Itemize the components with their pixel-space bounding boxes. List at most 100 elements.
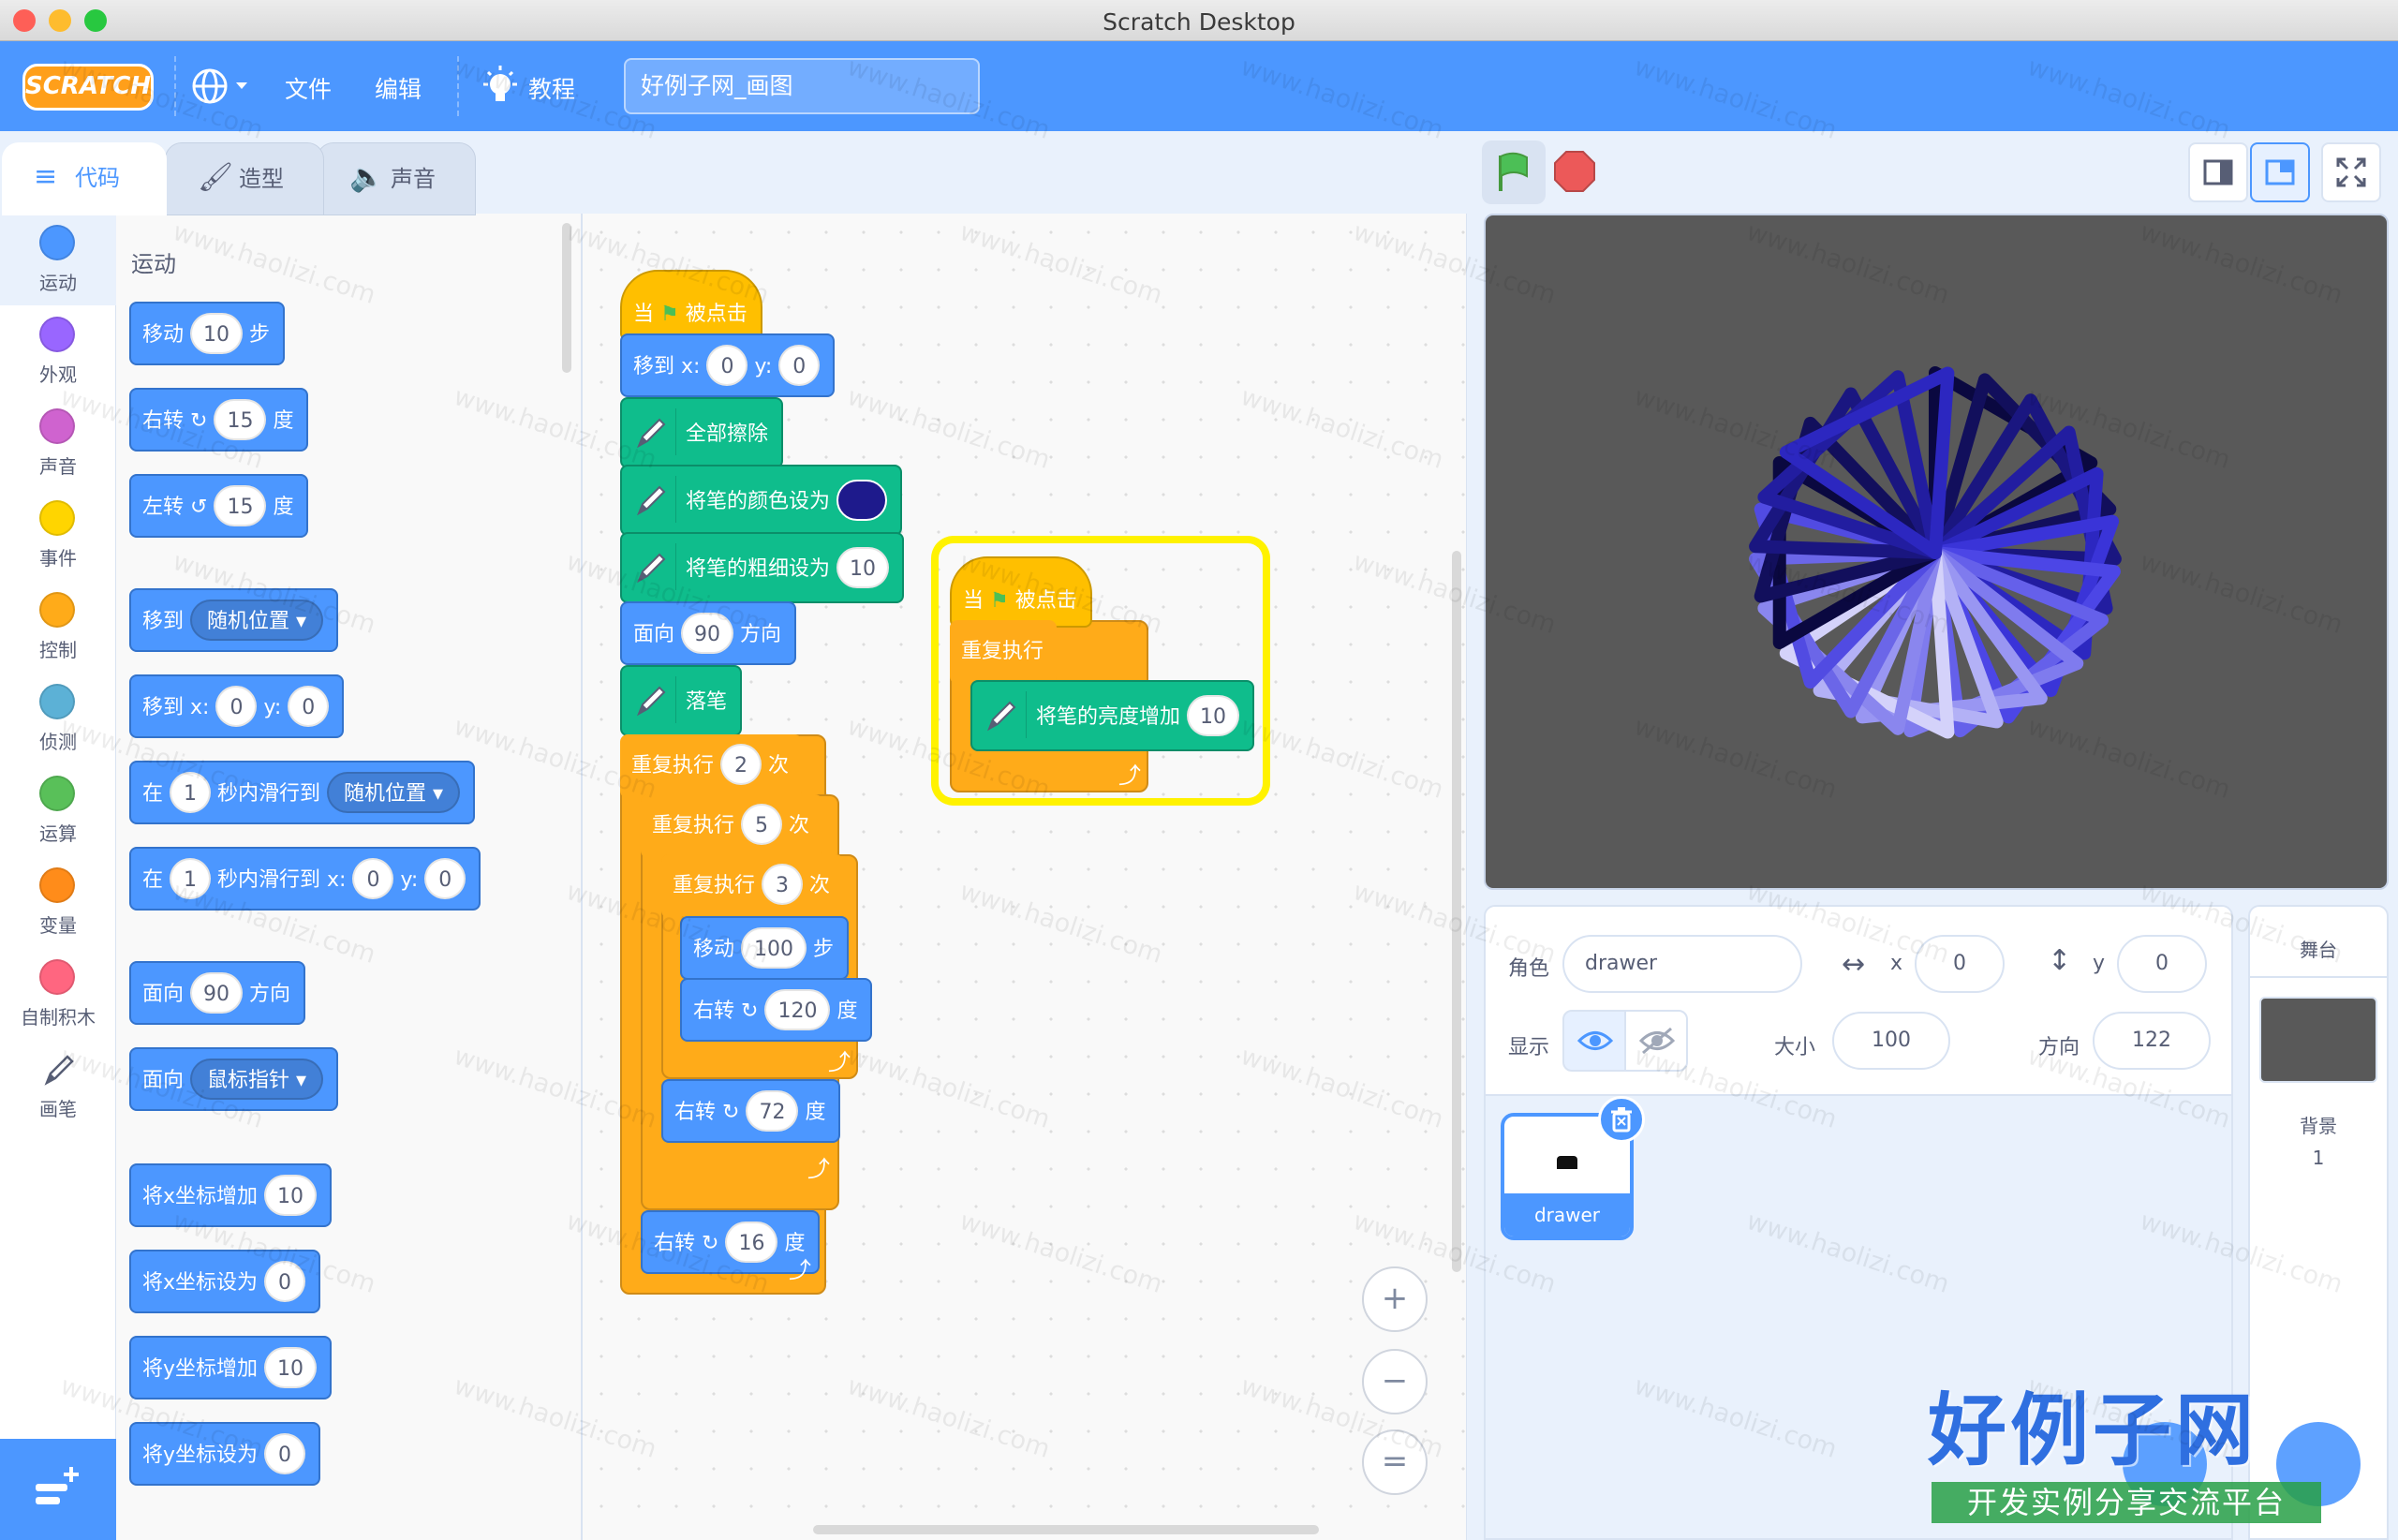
tutorials-button[interactable]: 教程: [480, 64, 585, 111]
delete-sprite-button[interactable]: [1598, 1096, 1645, 1143]
category-color-dot: [39, 684, 75, 719]
tab-costumes[interactable]: 🖌 造型: [165, 142, 324, 215]
sprite-label: 角色: [1508, 957, 1550, 981]
repeat-5-header[interactable]: 重复执行 5 次: [641, 794, 823, 858]
move-steps-block[interactable]: 移动 100 步: [680, 916, 850, 980]
category-control[interactable]: 控制: [0, 581, 116, 673]
category-events[interactable]: 事件: [0, 489, 116, 581]
sprite-info-panel: 角色 drawer ↔ x 0 ↕ y 0 显示 大小 100 方向 122: [1484, 905, 2233, 1096]
pen-icon: [44, 1055, 74, 1086]
size-input[interactable]: 100: [1832, 1012, 1950, 1070]
block-turn-right[interactable]: 右转 ↻ 15 度: [129, 388, 309, 452]
category-menu: 运动 外观 声音 事件 控制 侦测 运算 变量 自制积木 画笔: [0, 214, 116, 1439]
file-menu[interactable]: 文件: [285, 71, 332, 105]
y-input[interactable]: 0: [2117, 935, 2207, 993]
repeat-3-header[interactable]: 重复执行 3 次: [661, 854, 844, 918]
loop-arrow-icon: ⤴: [828, 1049, 851, 1075]
block-turn-left[interactable]: 左转 ↺ 15 度: [129, 474, 309, 538]
tab-sounds[interactable]: 🔈 声音: [317, 142, 476, 215]
block-change-x[interactable]: 将x坐标增加 10: [129, 1163, 333, 1227]
block-goto-xy[interactable]: 移到 x: 0 y: 0: [129, 674, 345, 738]
tab-code[interactable]: ≡ 代码: [2, 142, 167, 215]
x-input[interactable]: 0: [1915, 935, 2005, 993]
green-flag-button[interactable]: [1482, 141, 1546, 204]
block-change-y[interactable]: 将y坐标增加 10: [129, 1336, 333, 1399]
add-extension-button[interactable]: [0, 1439, 116, 1540]
hide-sprite-button[interactable]: [1624, 1010, 1688, 1072]
sprite-name-input[interactable]: drawer: [1562, 935, 1802, 993]
category-looks[interactable]: 外观: [0, 305, 116, 397]
category-color-dot: [39, 500, 75, 536]
project-title-input[interactable]: 好例子网_画图: [624, 58, 980, 114]
loop-arrow-icon: ⤴: [789, 1257, 811, 1283]
fullscreen-button[interactable]: [2321, 142, 2381, 202]
show-sprite-button[interactable]: [1562, 1010, 1626, 1072]
block-goto[interactable]: 移到 随机位置 ▾: [129, 588, 339, 652]
category-variables[interactable]: 变量: [0, 856, 116, 948]
category-color-dot: [39, 408, 75, 444]
set-pen-color-block[interactable]: 将笔的颜色设为: [620, 465, 903, 536]
goto-xy-block[interactable]: 移到 x: 0 y: 0: [620, 333, 836, 397]
category-color-dot: [39, 225, 75, 260]
zoom-in-button[interactable]: +: [1362, 1266, 1428, 1332]
turn-right-block[interactable]: 右转 ↻ 120 度: [680, 978, 873, 1042]
when-flag-clicked-hat[interactable]: 当 ⚑ 被点击: [950, 556, 1092, 628]
change-pen-brightness-block[interactable]: 将笔的亮度增加 10: [970, 680, 1255, 751]
backdrops-label: 背景: [2300, 1115, 2337, 1137]
category-motion[interactable]: 运动: [0, 214, 116, 305]
pen-drawing: [1749, 366, 2122, 739]
pen-icon: [629, 476, 676, 523]
stop-button[interactable]: [1551, 148, 1598, 195]
loop-arrow-icon: ⤴: [807, 1156, 830, 1182]
zoom-reset-button[interactable]: =: [1362, 1429, 1428, 1495]
brush-icon: 🖌: [198, 161, 234, 194]
block-glide[interactable]: 在 1 秒内滑行到 随机位置 ▾: [129, 761, 476, 824]
large-stage-button[interactable]: [2250, 142, 2310, 202]
eye-icon: [1576, 1031, 1614, 1050]
small-stage-button[interactable]: [2188, 142, 2248, 202]
block-move-steps[interactable]: 移动 10 步: [129, 302, 286, 365]
block-set-y[interactable]: 将y坐标设为 0: [129, 1422, 321, 1486]
category-my-blocks[interactable]: 自制积木: [0, 948, 116, 1040]
green-flag-icon: [1499, 152, 1528, 191]
zoom-out-button[interactable]: −: [1362, 1349, 1428, 1414]
block-glide-xy[interactable]: 在 1 秒内滑行到 x: 0 y: 0: [129, 847, 481, 911]
menu-separator: [174, 56, 176, 116]
scratch-logo[interactable]: SCRATCH: [22, 64, 154, 111]
code-icon: ≡: [34, 160, 58, 193]
point-direction-block[interactable]: 面向 90 方向: [620, 601, 797, 665]
direction-input[interactable]: 122: [2093, 1012, 2211, 1070]
window-title: Scratch Desktop: [1103, 8, 1295, 36]
rotate-right-icon: ↻: [722, 1101, 740, 1124]
script-workspace[interactable]: 当 ⚑ 被点击 移到 x: 0 y: 0 全部擦除 将笔的颜色设为 将笔的粗细设…: [583, 214, 1467, 1540]
category-operators[interactable]: 运算: [0, 764, 116, 856]
palette-scrollbar[interactable]: [562, 223, 571, 373]
forever-header[interactable]: 重复执行: [950, 620, 1058, 684]
tab-sounds-label: 声音: [391, 166, 436, 192]
block-set-x[interactable]: 将x坐标设为 0: [129, 1250, 321, 1313]
stage-canvas[interactable]: [1484, 214, 2389, 890]
category-color-dot: [39, 317, 75, 352]
turn-right-block[interactable]: 右转 ↻ 72 度: [661, 1079, 841, 1143]
block-point-towards[interactable]: 面向 鼠标指针 ▾: [129, 1047, 339, 1111]
language-menu[interactable]: [189, 66, 255, 107]
workspace-horizontal-scrollbar[interactable]: [813, 1525, 1319, 1534]
repeat-2-header[interactable]: 重复执行 2 次: [620, 734, 803, 798]
when-flag-clicked-hat[interactable]: 当 ⚑ 被点击: [620, 270, 762, 341]
category-color-dot: [39, 592, 75, 628]
workspace-vertical-scrollbar[interactable]: [1452, 551, 1461, 1272]
block-point-direction[interactable]: 面向 90 方向: [129, 961, 306, 1025]
sprite-tile-name: drawer: [1504, 1193, 1630, 1236]
edit-menu[interactable]: 编辑: [375, 71, 422, 105]
category-sensing[interactable]: 侦测: [0, 673, 116, 764]
category-pen[interactable]: 画笔: [0, 1040, 116, 1132]
set-pen-size-block[interactable]: 将笔的粗细设为 10: [620, 532, 905, 603]
rotate-left-icon: ↺: [190, 496, 208, 519]
stop-icon: [1554, 151, 1595, 192]
stage-thumbnail[interactable]: [2259, 997, 2377, 1083]
pen-down-block[interactable]: 落笔: [620, 665, 743, 736]
pen-clear-block[interactable]: 全部擦除: [620, 397, 784, 468]
pen-color-swatch[interactable]: [836, 480, 888, 521]
lightbulb-icon: [483, 66, 517, 101]
category-sound[interactable]: 声音: [0, 397, 116, 489]
